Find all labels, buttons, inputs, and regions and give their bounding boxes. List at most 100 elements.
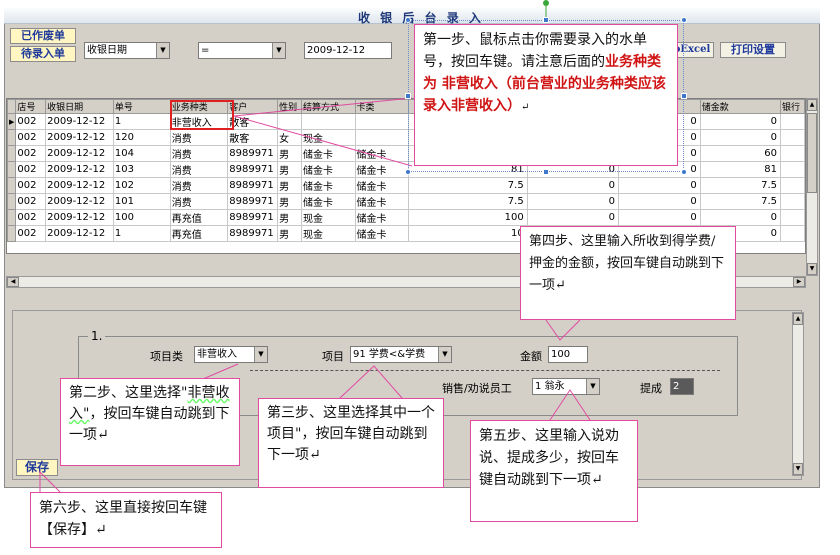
table-cell[interactable] (354, 129, 409, 146)
resize-handle-icon[interactable] (681, 17, 687, 23)
scroll-thumb[interactable] (807, 113, 817, 193)
table-cell[interactable]: 女 (277, 129, 303, 146)
table-cell[interactable]: 储金卡 (354, 145, 409, 162)
table-cell[interactable]: 2009-12-12 (45, 209, 114, 226)
table-cell[interactable]: 消费 (169, 161, 229, 178)
resize-handle-icon[interactable] (405, 93, 411, 99)
table-cell[interactable] (780, 145, 805, 162)
table-row[interactable]: 0022009-12-121非营收入散客00 (7, 113, 805, 130)
column-header[interactable]: 卡类 (354, 99, 409, 114)
chevron-down-icon[interactable]: ▼ (438, 347, 451, 362)
table-cell[interactable]: 2009-12-12 (45, 161, 114, 178)
table-cell[interactable] (780, 209, 805, 226)
table-cell[interactable]: 002 (15, 209, 47, 226)
table-cell[interactable] (780, 113, 805, 130)
voided-orders-button[interactable]: 已作废单 (10, 28, 76, 44)
table-cell[interactable]: 储金卡 (354, 161, 409, 178)
table-cell[interactable]: 消费 (169, 145, 229, 162)
row-indicator[interactable] (7, 209, 17, 226)
table-cell[interactable]: 再充值 (169, 225, 229, 242)
table-cell[interactable]: 储金卡 (301, 193, 356, 210)
filter-operator-select[interactable]: = ▼ (198, 42, 286, 59)
resize-handle-icon[interactable] (543, 169, 549, 175)
item-select[interactable]: 91 学费<&学费 ▼ (350, 346, 452, 363)
table-cell[interactable]: 002 (15, 193, 47, 210)
print-settings-button[interactable]: 打印设置 (720, 42, 786, 58)
table-cell[interactable]: 2009-12-12 (45, 113, 114, 130)
table-cell[interactable]: 再充值 (169, 209, 229, 226)
column-header[interactable]: 店号 (15, 99, 47, 114)
table-cell[interactable]: 101 (112, 193, 171, 210)
table-cell[interactable] (780, 193, 805, 210)
table-cell[interactable]: 1 (112, 113, 171, 130)
item-type-select[interactable]: 非营收入 ▼ (194, 346, 268, 363)
chevron-down-icon[interactable]: ▼ (586, 379, 599, 394)
table-cell[interactable]: 100 (112, 209, 171, 226)
table-cell[interactable]: 7.5 (699, 177, 782, 194)
scroll-up-icon[interactable]: ▲ (793, 313, 803, 325)
table-cell[interactable]: 2009-12-12 (45, 225, 114, 242)
row-indicator[interactable] (7, 161, 17, 178)
table-cell[interactable]: 10 (407, 225, 528, 242)
scroll-left-icon[interactable]: ◀ (7, 277, 19, 287)
table-cell[interactable]: 002 (15, 225, 47, 242)
table-cell[interactable] (780, 129, 805, 146)
table-cell[interactable]: 7.5 (699, 193, 782, 210)
table-cell[interactable]: 消费 (169, 177, 229, 194)
table-cell[interactable]: 0 (618, 177, 701, 194)
table-cell[interactable]: 1 (112, 225, 171, 242)
amount-input[interactable]: 100 (548, 346, 588, 363)
form-vertical-scrollbar[interactable]: ▲ ▼ (792, 312, 804, 476)
table-cell[interactable]: 8989971 (227, 193, 279, 210)
row-indicator[interactable] (7, 129, 17, 146)
table-cell[interactable]: 2009-12-12 (45, 129, 114, 146)
scroll-down-icon[interactable]: ▼ (793, 463, 803, 475)
table-cell[interactable]: 104 (112, 145, 171, 162)
table-cell[interactable]: 现金 (301, 129, 356, 146)
scroll-down-icon[interactable]: ▼ (807, 263, 817, 275)
table-cell[interactable] (301, 113, 356, 130)
table-row[interactable]: 002 2009-12-12 100 再充值 8989971 男现金 储金卡 100 0 0 0 (7, 209, 805, 226)
table-cell[interactable]: 8989971 (227, 225, 279, 242)
table-cell[interactable]: 男 (277, 177, 303, 194)
column-header[interactable]: 性别 (277, 99, 303, 114)
table-cell[interactable]: 0 (526, 209, 620, 226)
table-cell[interactable]: 8989971 (227, 161, 279, 178)
table-cell[interactable]: 储金卡 (354, 193, 409, 210)
table-cell[interactable]: 储金卡 (354, 209, 409, 226)
table-cell[interactable]: 2009-12-12 (45, 193, 114, 210)
resize-handle-icon[interactable] (543, 17, 549, 23)
column-header[interactable]: 结算方式 (301, 99, 356, 114)
table-cell[interactable]: 0 (526, 193, 620, 210)
pending-orders-button[interactable]: 待录入单 (10, 46, 76, 62)
table-cell[interactable]: 8989971 (227, 177, 279, 194)
table-cell[interactable]: 60 (699, 145, 782, 162)
filter-date-input[interactable]: 2009-12-12 (304, 42, 392, 59)
table-cell[interactable]: 2009-12-12 (45, 145, 114, 162)
table-cell[interactable]: 消费 (169, 193, 229, 210)
staff-select[interactable]: 1 翁永 ▼ (532, 378, 600, 395)
table-cell[interactable] (780, 177, 805, 194)
save-button[interactable]: 保存 (16, 459, 58, 476)
table-cell[interactable]: 0 (699, 113, 782, 130)
table-cell[interactable]: 储金卡 (301, 145, 356, 162)
table-cell[interactable]: 储金卡 (354, 225, 409, 242)
table-cell[interactable]: 7.5 (407, 193, 528, 210)
table-cell[interactable]: 002 (15, 129, 47, 146)
row-indicator[interactable] (7, 193, 17, 210)
scroll-up-icon[interactable]: ▲ (807, 99, 817, 111)
table-cell[interactable]: 100 (407, 209, 528, 226)
table-row[interactable]: 002 2009-12-12 101 消费 8989971 男储金卡 储金卡 7.5 0 0 7.5 (7, 193, 805, 210)
table-cell[interactable]: 8989971 (227, 209, 279, 226)
table-cell[interactable]: 002 (15, 161, 47, 178)
table-cell[interactable]: 男 (277, 193, 303, 210)
table-cell[interactable]: 002 (15, 177, 47, 194)
chevron-down-icon[interactable]: ▼ (254, 347, 267, 362)
filter-field-select[interactable]: 收银日期 ▼ (84, 42, 170, 59)
table-row[interactable]: 002 2009-12-12 120 消费 散客女现金 0 0 (7, 129, 805, 146)
table-cell[interactable]: 男 (277, 145, 303, 162)
table-cell[interactable] (354, 113, 409, 130)
column-header[interactable]: 储金款 (699, 99, 782, 114)
table-cell[interactable]: 散客 (227, 129, 279, 146)
chevron-down-icon[interactable]: ▼ (156, 43, 169, 58)
